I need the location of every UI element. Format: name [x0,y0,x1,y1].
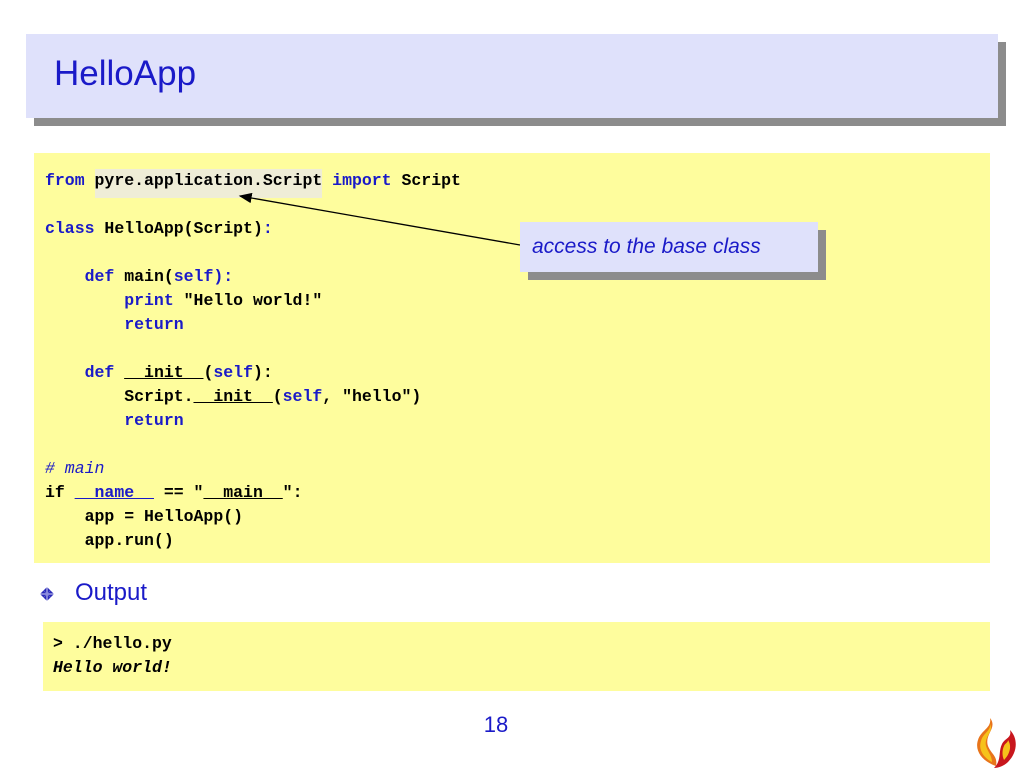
main-name: main( [124,267,174,286]
main-end: ): [213,267,234,286]
init-open: ( [203,363,214,382]
kw-return-1: return [124,315,184,334]
module-path: pyre.application.Script [94,169,323,198]
kw-class: class [45,219,95,238]
init-name: __init__ [124,363,204,382]
callout-text: access to the base class [532,235,761,258]
kw-import: import [332,171,392,190]
eq-op: == " [153,483,204,502]
self-main: self [173,267,214,286]
code-listing: from pyre.application.Script import Scri… [45,169,461,553]
self-init: self [213,363,253,382]
dunder-main: __main__ [203,483,283,502]
colon: : [262,219,273,238]
kw-def-init: def [84,363,115,382]
script-init-call: __init__ [193,387,273,406]
output-result: Hello world! [53,658,172,677]
import-name: Script [401,171,461,190]
print-string: "Hello world!" [183,291,323,310]
kw-from: from [45,171,85,190]
self-arg: self [282,387,323,406]
app-run: app.run() [84,531,174,550]
code-block: from pyre.application.Script import Scri… [34,153,990,563]
init-end: ): [252,363,273,382]
output-label: Output [75,579,148,606]
app-assign: app = HelloApp() [84,507,244,526]
call-rest: , "hello") [322,387,422,406]
class-decl: HelloApp(Script) [104,219,263,238]
output-block: > ./hello.py Hello world! [43,622,990,691]
kw-return-2: return [124,411,184,430]
kw-if: if [45,483,65,502]
slide-title: HelloApp [54,54,197,93]
if-end: ": [282,483,303,502]
script-prefix: Script. [124,387,194,406]
callout-box: access to the base class [520,222,818,272]
flame-logo-icon [977,718,1016,768]
diamond-bullet-icon [40,587,54,601]
call-open: ( [272,387,283,406]
kw-def-main: def [84,267,115,286]
dunder-name: __name__ [74,483,154,502]
comment-main: # main [45,459,105,478]
output-command: > ./hello.py [53,634,172,653]
kw-print: print [124,291,174,310]
title-box: HelloApp [26,34,998,118]
page-number: 18 [483,712,509,737]
output-listing: > ./hello.py Hello world! [53,632,172,680]
